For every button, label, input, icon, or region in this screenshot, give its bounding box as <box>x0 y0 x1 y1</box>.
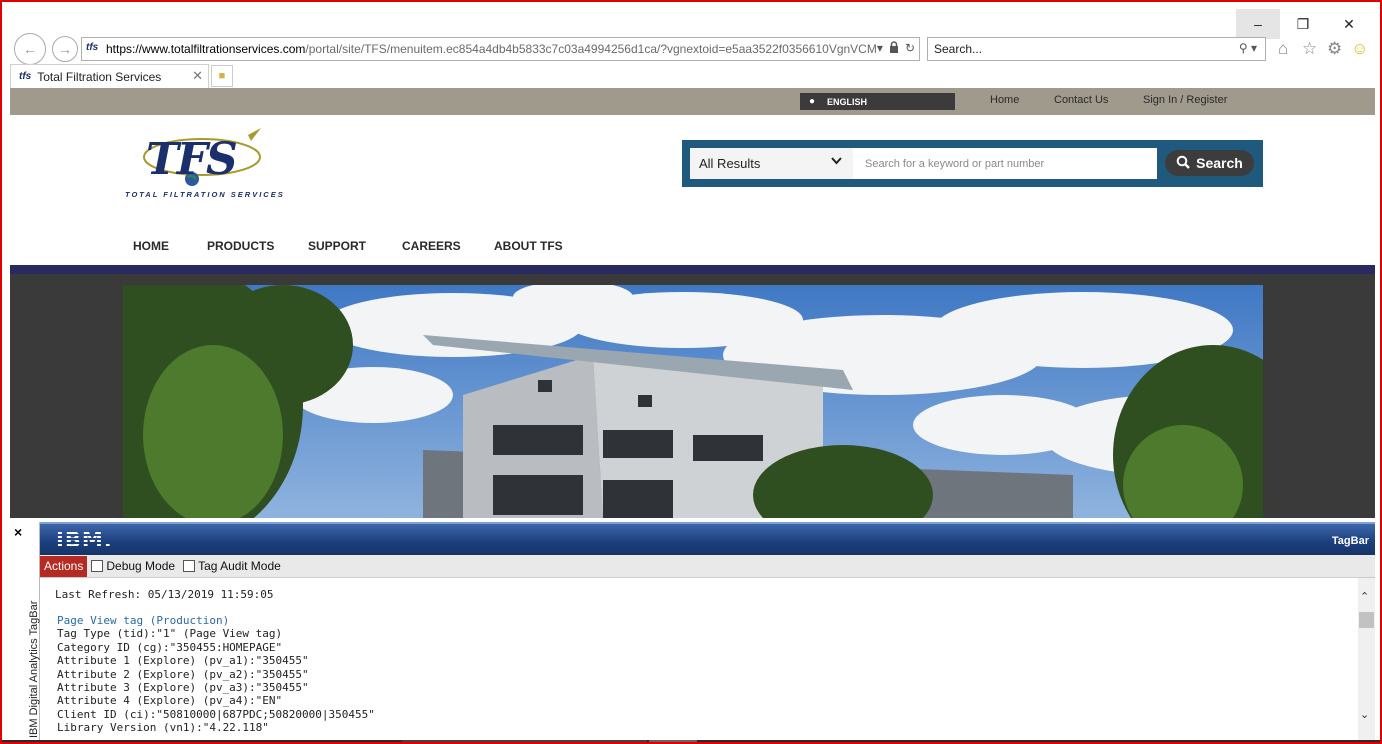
search-scope-select[interactable]: All Results <box>690 148 853 179</box>
new-tab-button[interactable]: ■ <box>211 65 233 87</box>
nav-about-tfs[interactable]: ABOUT TFS <box>494 239 563 253</box>
home-link[interactable]: Home <box>990 94 1019 106</box>
audit-checkbox-box[interactable] <box>183 560 196 572</box>
tagbar-side-label: IBM Digital Analytics TagBar <box>28 600 40 738</box>
smiley-feedback-icon[interactable]: ☺ <box>1351 39 1368 59</box>
tag-line: Attribute 1 (Explore) (pv_a1):"350455" <box>57 654 309 668</box>
favorites-star-icon[interactable]: ☆ <box>1302 39 1317 59</box>
restore-button[interactable]: ❐ <box>1281 9 1325 39</box>
sign-in-link[interactable]: Sign In / Register <box>1143 94 1227 106</box>
ibm-logo: IBM. <box>56 528 113 552</box>
scroll-up-icon[interactable]: ⌃ <box>1360 590 1369 603</box>
nav-support[interactable]: SUPPORT <box>308 239 366 253</box>
search-button-label: Search <box>1196 155 1243 171</box>
tag-line: Library Version (vn1):"4.22.118" <box>57 721 269 735</box>
site-favicon-icon: tfs <box>86 42 99 53</box>
gear-icon[interactable]: ⚙ <box>1327 39 1342 59</box>
nav-divider <box>10 265 1375 274</box>
debug-mode-label: Debug Mode <box>106 559 176 573</box>
hero-building-image <box>123 285 1263 518</box>
url-path: /portal/site/TFS/menuitem.ec854a4db4b583… <box>305 42 877 56</box>
tagbar-close-icon[interactable]: × <box>14 524 22 540</box>
os-taskbar <box>2 740 1380 742</box>
taskbar-item[interactable] <box>402 740 647 742</box>
globe-icon: ● <box>809 96 816 107</box>
tag-line: Tag Type (tid):"1" (Page View tag) <box>57 627 283 641</box>
site-utility-bar: ● ENGLISH Home Contact Us Sign In / Regi… <box>10 88 1375 115</box>
site-search-input[interactable]: Search for a keyword or part number <box>853 148 1157 179</box>
search-icon[interactable]: ⚲ ▾ <box>1239 41 1257 55</box>
tab-total-filtration[interactable]: tfs Total Filtration Services ✕ <box>10 64 209 88</box>
tab-title: Total Filtration Services <box>37 69 162 84</box>
language-label: ENGLISH <box>827 96 868 107</box>
debug-mode-checkbox[interactable]: Debug Mode <box>91 559 175 573</box>
minimize-button[interactable]: – <box>1236 9 1280 39</box>
close-window-button[interactable]: ✕ <box>1327 9 1371 39</box>
scroll-thumb[interactable] <box>1359 612 1374 628</box>
browser-window: – ❐ ✕ ← → tfs https://www.totalfiltratio… <box>0 0 1382 744</box>
tagbar-scrollbar[interactable]: ⌃ ⌄ <box>1358 578 1375 742</box>
site-search-button[interactable]: Search <box>1165 150 1254 176</box>
scroll-down-icon[interactable]: ⌄ <box>1360 708 1369 721</box>
tagbar-toolbar: Actions Debug Mode Tag Audit Mode <box>40 555 1375 578</box>
language-selector[interactable]: ● ENGLISH <box>800 93 955 110</box>
refresh-icon[interactable]: ↻ <box>905 41 915 56</box>
tagbar-log: Last Refresh: 05/13/2019 11:59:05 Page V… <box>40 578 1358 742</box>
last-refresh: Last Refresh: 05/13/2019 11:59:05 <box>55 588 274 601</box>
tag-line: Client ID (ci):"50810000|687PDC;50820000… <box>57 707 375 721</box>
home-icon[interactable]: ⌂ <box>1278 39 1288 59</box>
tab-favicon-icon: tfs <box>19 71 32 82</box>
search-scope-value: All Results <box>699 156 761 171</box>
browser-search-box[interactable]: Search... ⚲ ▾ <box>927 37 1266 61</box>
browser-search-text: Search... <box>934 42 983 56</box>
tag-audit-checkbox[interactable]: Tag Audit Mode <box>183 559 281 573</box>
tag-title-link[interactable]: Page View tag (Production) <box>57 614 375 627</box>
tagbar-header: IBM. TagBar <box>40 522 1375 555</box>
nav-products[interactable]: PRODUCTS <box>207 239 274 253</box>
back-arrow-icon[interactable]: ← <box>14 33 46 65</box>
tfs-logo[interactable]: TFS TOTAL FILTRATION SERVICES <box>120 124 290 202</box>
tag-line: Attribute 2 (Explore) (pv_a2):"350455" <box>57 667 309 681</box>
magnifier-icon <box>1176 155 1190 172</box>
dropdown-arrow-icon[interactable]: ▾ <box>877 41 883 56</box>
tagbar-title: TagBar <box>1331 535 1369 547</box>
contact-us-link[interactable]: Contact Us <box>1054 94 1108 106</box>
tag-line: Attribute 4 (Explore) (pv_a4):"EN" <box>57 694 283 708</box>
logo-tagline: TOTAL FILTRATION SERVICES <box>125 190 285 199</box>
logo-mark: TFS <box>146 134 238 185</box>
nav-home[interactable]: HOME <box>133 239 169 253</box>
url-host: https://www.totalfiltrationservices.com <box>106 42 306 56</box>
debug-checkbox-box[interactable] <box>91 560 104 572</box>
forward-arrow-icon[interactable]: → <box>52 36 78 62</box>
lock-icon[interactable] <box>889 41 899 56</box>
actions-button[interactable]: Actions <box>40 555 88 577</box>
nav-careers[interactable]: CAREERS <box>402 239 461 253</box>
tag-line: Attribute 3 (Explore) (pv_a3):"350455" <box>57 681 309 695</box>
close-tab-icon[interactable]: ✕ <box>192 68 203 84</box>
site-search: All Results Search for a keyword or part… <box>682 140 1263 187</box>
chevron-down-icon <box>830 154 843 170</box>
tag-line: Category ID (cg):"350455:HOMEPAGE" <box>57 640 283 654</box>
address-bar[interactable]: tfs https://www.totalfiltrationservices.… <box>81 37 920 61</box>
tag-audit-label: Tag Audit Mode <box>198 559 281 573</box>
taskbar-item[interactable] <box>649 740 697 742</box>
tag-details: Page View tag (Production) Tag Type (tid… <box>57 614 375 735</box>
